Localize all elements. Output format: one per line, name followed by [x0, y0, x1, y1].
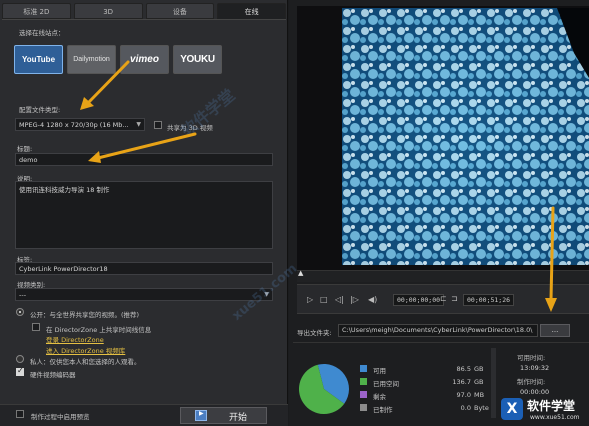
legend-label-used: 已用空间 [373, 380, 399, 388]
produced-time-label: 制作时间: [517, 378, 546, 386]
browse-button[interactable]: ... [540, 324, 570, 337]
legend-value-used: 136.7 [452, 378, 471, 386]
start-button-label: 开始 [229, 413, 248, 423]
prev-frame-icon[interactable]: ◁| [335, 295, 344, 304]
tab-divider [2, 19, 286, 20]
produce-icon [195, 410, 207, 421]
youtube-button[interactable]: YouTube [14, 45, 63, 74]
current-timecode: 00;00;00;00 [393, 294, 445, 306]
hw-encoder-label: 硬件视频编码器 [30, 371, 76, 379]
site-buttons: YouTube Dailymotion vimeo YOUKU [14, 45, 222, 74]
profile-type-label: 配置文件类型: [19, 106, 61, 114]
output-folder-label: 导出文件夹: [297, 329, 332, 337]
disk-scrollbar[interactable] [491, 348, 496, 418]
public-label: 公开：与全世界共享您的视频。(推荐) [30, 311, 140, 319]
tab-device[interactable]: 设备 [145, 3, 215, 19]
stop-icon[interactable]: □ [320, 295, 328, 304]
legend-value-remaining: 97.0 [456, 391, 471, 399]
legend-label-produced: 已制作 [373, 406, 393, 414]
youtube-logo: YouTube [21, 55, 56, 64]
youku-logo: YOUKU [180, 54, 215, 65]
tags-input[interactable]: CyberLink PowerDirector18 [15, 262, 273, 275]
logo-mark: X [501, 398, 523, 420]
site-logo: X 软件学堂 www.xue51.com [497, 395, 589, 426]
start-button[interactable]: 开始 [180, 407, 267, 424]
enable-preview-label: 制作过程中启用预览 [31, 413, 90, 421]
title-input[interactable]: demo [15, 153, 273, 166]
playback-controls: ▷ □ ◁| |▷ ◀) 00;00;00;00 ⊏ ⊐ 00;00;51;26 [297, 284, 589, 314]
profile-type-select[interactable]: MPEG-4 1280 x 720/30p (16 Mb... ▼ [15, 118, 145, 131]
legend-label-available: 可用 [373, 367, 386, 375]
private-label: 私人：仅供您本人和您选择的人观看。 [30, 358, 141, 366]
duration-timecode: 00;00;51;26 [463, 294, 515, 306]
legend-unit-used: GB [474, 378, 484, 386]
dailymotion-logo: Dailymotion [73, 56, 110, 63]
choose-site-label: 选择在线站点： [19, 29, 65, 37]
output-folder-path[interactable]: C:\Users\meigh\Documents\CyberLink\Power… [338, 324, 538, 337]
hw-encoder-checkbox[interactable] [16, 366, 24, 376]
produce-settings-panel: 标准 2D 3D 设备 在线 选择在线站点： YouTube Dailymoti… [0, 0, 288, 426]
tab-standard-2d[interactable]: 标准 2D [2, 3, 71, 19]
format-tabs: 标准 2D 3D 设备 在线 [2, 3, 286, 19]
description-textarea[interactable]: 使用讯连科技威力导演 18 制作 [15, 181, 273, 249]
disk-pie-chart [298, 364, 349, 415]
next-frame-icon[interactable]: |▷ [350, 295, 359, 304]
category-value: --- [19, 291, 27, 299]
private-radio[interactable] [16, 355, 24, 363]
legend-unit-remaining: MB [474, 391, 485, 399]
enable-preview-checkbox[interactable] [16, 410, 24, 418]
scrub-bar[interactable]: ▲ [297, 269, 589, 282]
vimeo-button[interactable]: vimeo [120, 45, 169, 74]
available-time-value: 13:09:32 [520, 364, 550, 372]
legend-swatch-produced [360, 404, 367, 411]
share-3d-checkbox[interactable] [154, 121, 162, 129]
dailymotion-button[interactable]: Dailymotion [67, 45, 116, 74]
available-time-label: 可用时间: [517, 354, 546, 362]
tab-3d[interactable]: 3D [73, 3, 143, 19]
mark-in-icon[interactable]: ⊏ [440, 294, 447, 303]
directorzone-share-checkbox[interactable] [32, 323, 40, 331]
youku-button[interactable]: YOUKU [173, 45, 222, 74]
vimeo-logo: vimeo [130, 54, 159, 65]
enter-directorzone-link[interactable]: 进入 DirectorZone 视频库 [46, 345, 125, 355]
chevron-down-icon: ▼ [136, 121, 141, 128]
legend-value-available: 86.5 [456, 365, 471, 373]
logo-url: www.xue51.com [530, 414, 580, 421]
legend-swatch-used [360, 378, 367, 385]
tab-online[interactable]: 在线 [217, 3, 286, 19]
volume-icon[interactable]: ◀) [368, 295, 377, 304]
mark-out-icon[interactable]: ⊐ [451, 294, 458, 303]
login-directorzone-link[interactable]: 登录 DirectorZone [46, 334, 104, 344]
legend-swatch-remaining [360, 391, 367, 398]
play-icon[interactable]: ▷ [307, 295, 313, 304]
public-radio[interactable] [16, 308, 24, 316]
legend-label-remaining: 剩余 [373, 393, 386, 401]
legend-swatch-available [360, 365, 367, 372]
title-label: 标题: [17, 145, 33, 153]
legend-value-produced: 0.0 [460, 404, 471, 412]
category-select[interactable]: --- ▼ [15, 288, 273, 301]
profile-type-value: MPEG-4 1280 x 720/30p (16 Mb... [19, 121, 129, 129]
video-preview [342, 8, 589, 265]
directorzone-share-label: 在 DirectorZone 上共享时间线信息 [46, 326, 152, 334]
legend-unit-available: GB [474, 365, 484, 373]
logo-title: 软件学堂 [527, 399, 576, 413]
legend-unit-produced: Byte [474, 404, 489, 412]
